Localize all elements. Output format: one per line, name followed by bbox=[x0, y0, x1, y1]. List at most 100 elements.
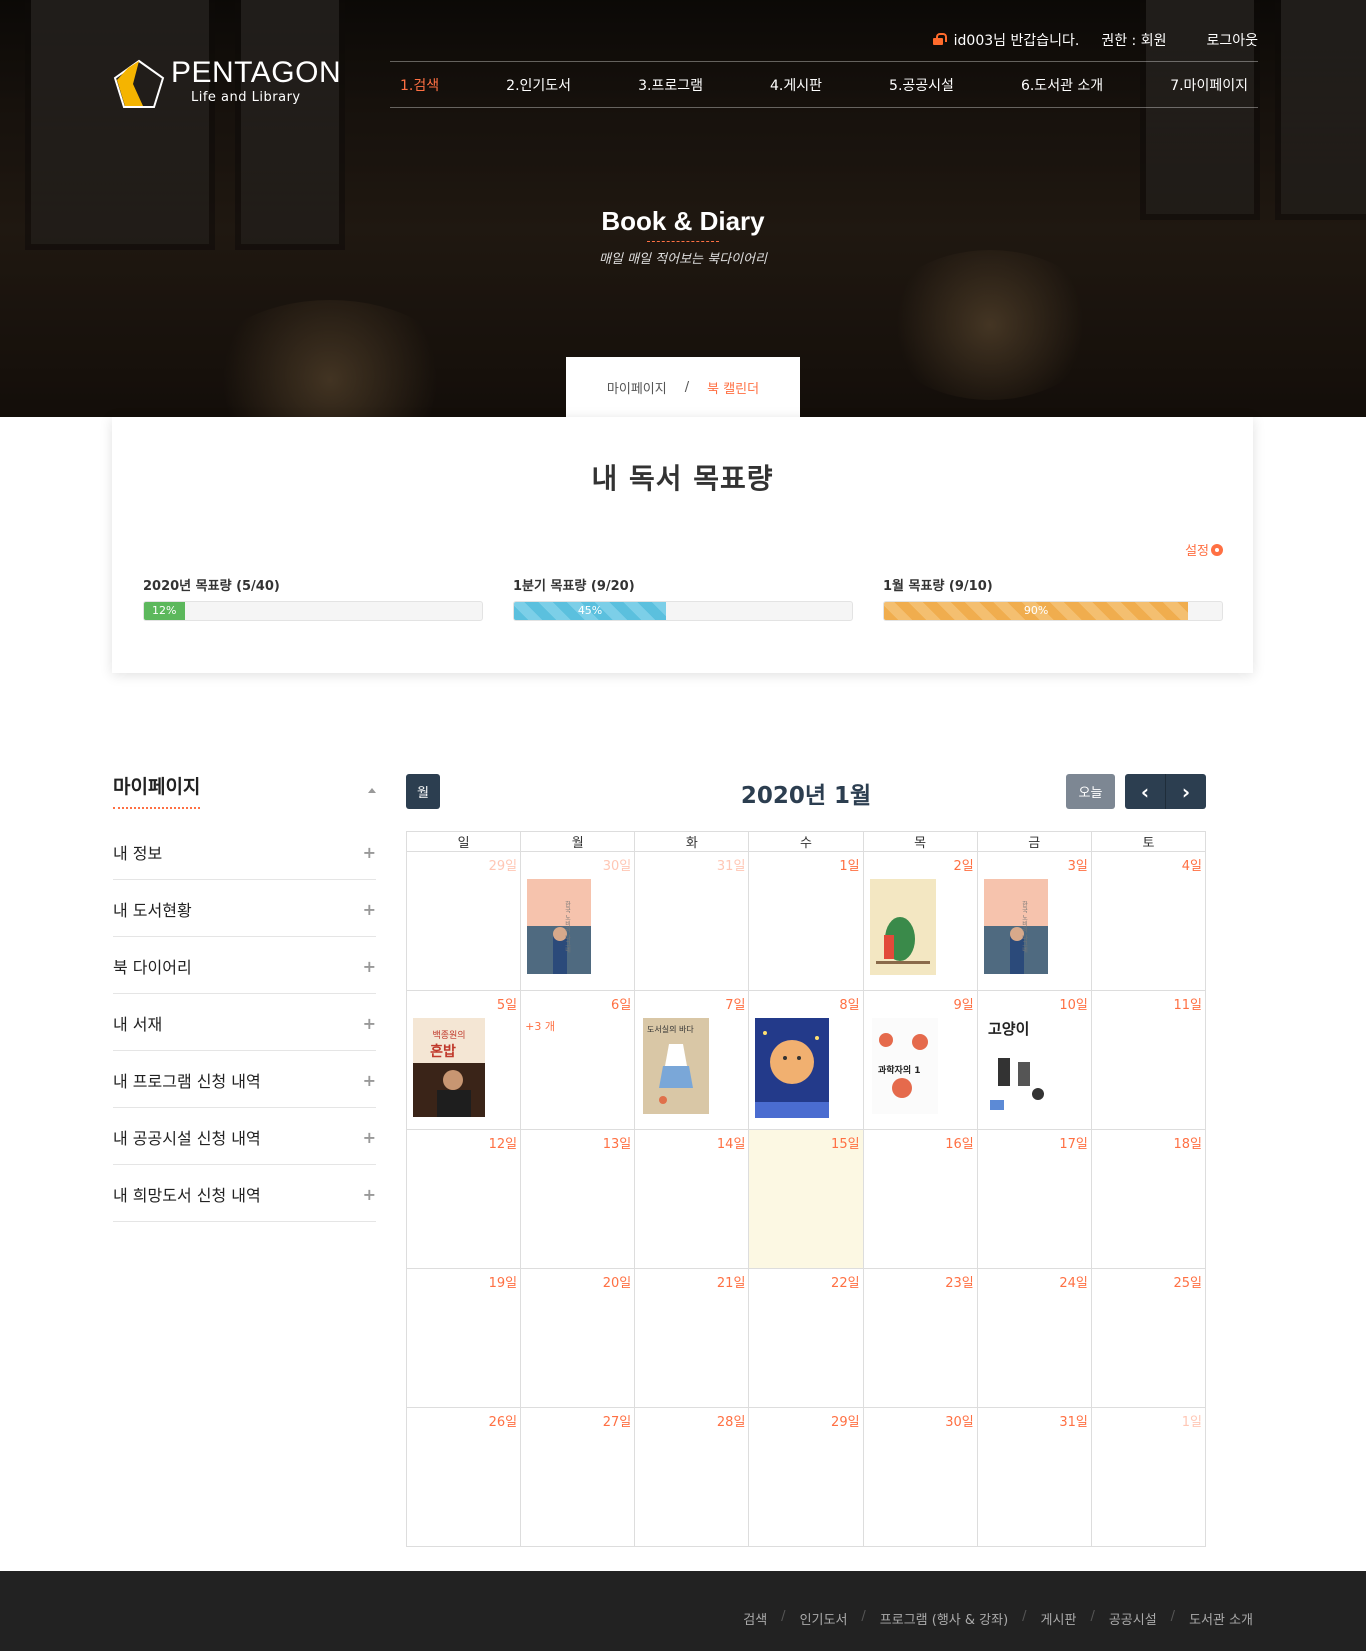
calendar-day[interactable]: 28일 bbox=[634, 1407, 750, 1547]
book-cover-image[interactable]: 백종원의 혼밥 bbox=[413, 1018, 485, 1117]
sidebar-item-wish-books[interactable]: 내 희망도서 신청 내역 + bbox=[113, 1165, 376, 1222]
user-greeting: id003님 반갑습니다. bbox=[932, 30, 1079, 50]
nav-popular-books[interactable]: 2.인기도서 bbox=[506, 75, 571, 95]
footer-link-program[interactable]: 프로그램 (행사 & 강좌) bbox=[880, 1609, 1008, 1628]
calendar-day[interactable]: 29일 bbox=[405, 851, 522, 991]
site-logo[interactable]: PENTAGON Life and Library bbox=[113, 58, 341, 110]
prev-month-icon[interactable]: ‹ bbox=[1125, 774, 1165, 809]
calendar-day-today[interactable]: 15일 bbox=[748, 1129, 864, 1269]
day-number: 14일 bbox=[716, 1137, 746, 1152]
footer-link-search[interactable]: 검색 bbox=[743, 1609, 767, 1628]
calendar-day[interactable]: 16일 bbox=[862, 1129, 978, 1269]
calendar-day[interactable]: 25일 bbox=[1090, 1268, 1207, 1408]
day-number: 23일 bbox=[945, 1276, 974, 1291]
calendar-day[interactable]: 21일 bbox=[634, 1268, 750, 1408]
calendar-day[interactable]: 17일 bbox=[976, 1129, 1092, 1269]
calendar-day[interactable]: 8일 bbox=[748, 990, 864, 1130]
progress-fill: 45% bbox=[514, 602, 667, 620]
cover-text: 혼밥 bbox=[430, 1043, 456, 1060]
sidebar-title: 마이페이지 bbox=[113, 772, 201, 809]
calendar-day[interactable]: 31일 bbox=[976, 1407, 1092, 1547]
footer-link-popular[interactable]: 인기도서 bbox=[800, 1609, 848, 1628]
calendar-day[interactable]: 13일 bbox=[520, 1129, 636, 1269]
calendar-day[interactable]: 10일 고양이 bbox=[976, 990, 1092, 1130]
sidebar-item-my-shelf[interactable]: 내 서재 + bbox=[113, 994, 376, 1051]
day-number: 28일 bbox=[716, 1415, 746, 1430]
goal-setting-button[interactable]: 설정 bbox=[1185, 540, 1223, 559]
calendar-day[interactable]: 26일 bbox=[405, 1407, 522, 1547]
day-number: 4일 bbox=[1181, 859, 1202, 874]
nav-search[interactable]: 1.검색 bbox=[400, 75, 439, 95]
calendar-day[interactable]: 20일 bbox=[520, 1268, 636, 1408]
more-events-link[interactable]: +3 개 bbox=[525, 1018, 555, 1034]
calendar-day[interactable]: 31일 bbox=[634, 851, 750, 991]
next-month-icon[interactable]: › bbox=[1165, 774, 1206, 809]
progress-bar: 12% bbox=[143, 601, 483, 621]
calendar-day[interactable]: 11일 bbox=[1090, 990, 1207, 1130]
calendar-day[interactable]: 3일 한국 노비리 나그네 bbox=[976, 851, 1092, 991]
calendar-day[interactable]: 19일 bbox=[405, 1268, 522, 1408]
calendar-day[interactable]: 22일 bbox=[748, 1268, 864, 1408]
nav-board[interactable]: 4.게시판 bbox=[770, 75, 822, 95]
sidebar-item-book-status[interactable]: 내 도서현황 + bbox=[113, 880, 376, 937]
calendar-day[interactable]: 4일 bbox=[1090, 851, 1207, 991]
breadcrumb: 마이페이지 / 북 캘린더 bbox=[566, 357, 800, 417]
day-number: 1일 bbox=[1181, 1415, 1202, 1430]
nav-mypage[interactable]: 7.마이페이지 bbox=[1170, 75, 1248, 95]
calendar-day[interactable]: 30일 한국 노비리 나그네 bbox=[520, 851, 636, 991]
sidebar-item-program-apps[interactable]: 내 프로그램 신청 내역 + bbox=[113, 1051, 376, 1108]
calendar-day[interactable]: 14일 bbox=[634, 1129, 750, 1269]
goal-title: 내 독서 목표량 bbox=[591, 462, 774, 495]
book-cover-image[interactable]: 고양이 bbox=[983, 1018, 1052, 1117]
day-number: 11일 bbox=[1173, 998, 1202, 1013]
calendar-day[interactable]: 1일 bbox=[1090, 1407, 1207, 1547]
book-cover-image[interactable] bbox=[755, 1018, 830, 1118]
footer-link-facility[interactable]: 공공시설 bbox=[1109, 1609, 1157, 1628]
footer-link-about[interactable]: 도서관 소개 bbox=[1189, 1609, 1253, 1628]
calendar-day[interactable]: 27일 bbox=[520, 1407, 636, 1547]
hero-banner: id003님 반갑습니다. 권한 : 회원 로그아웃 PENTAGON Life… bbox=[0, 0, 1366, 417]
goal-year: 2020년 목표량 (5/40) 12% bbox=[143, 575, 483, 621]
calendar-day[interactable]: 6일 +3 개 bbox=[520, 990, 636, 1130]
day-number: 16일 bbox=[945, 1137, 974, 1152]
calendar-day[interactable]: 1일 bbox=[748, 851, 864, 991]
day-number: 29일 bbox=[831, 1415, 860, 1430]
breadcrumb-parent[interactable]: 마이페이지 bbox=[607, 378, 667, 397]
calendar-day[interactable]: 18일 bbox=[1090, 1129, 1207, 1269]
calendar-day[interactable]: 12일 bbox=[405, 1129, 522, 1269]
book-cover-image[interactable]: 도서실의 바다 bbox=[643, 1018, 710, 1114]
book-cover-image[interactable]: 한국 노비리 나그네 bbox=[983, 879, 1048, 974]
nav-about[interactable]: 6.도서관 소개 bbox=[1021, 75, 1103, 95]
calendar-day[interactable]: 24일 bbox=[976, 1268, 1092, 1408]
calendar-day[interactable]: 7일 도서실의 바다 bbox=[634, 990, 750, 1130]
book-cover-image[interactable] bbox=[869, 879, 936, 975]
caret-up-icon[interactable] bbox=[368, 788, 376, 793]
calendar-day[interactable]: 2일 bbox=[862, 851, 978, 991]
day-number: 31일 bbox=[716, 859, 746, 874]
calendar-day[interactable]: 29일 bbox=[748, 1407, 864, 1547]
cover-text: 고양이 bbox=[988, 1020, 1029, 1038]
footer-link-board[interactable]: 게시판 bbox=[1041, 1609, 1077, 1628]
sidebar-item-facility-apps[interactable]: 내 공공시설 신청 내역 + bbox=[113, 1108, 376, 1165]
day-number: 20일 bbox=[602, 1276, 632, 1291]
breadcrumb-current: 북 캘린더 bbox=[707, 381, 760, 397]
day-number: 2일 bbox=[953, 859, 974, 874]
footer-sep: / bbox=[1170, 1609, 1176, 1624]
calendar-day[interactable]: 9일 과학자의 1 bbox=[862, 990, 978, 1130]
sidebar-item-book-diary[interactable]: 북 다이어리 + bbox=[113, 937, 376, 994]
day-number: 26일 bbox=[488, 1415, 518, 1430]
book-cover-image[interactable]: 한국 노비리 나그네 bbox=[527, 879, 592, 974]
today-button[interactable]: 오늘 bbox=[1066, 774, 1115, 809]
calendar-day[interactable]: 23일 bbox=[862, 1268, 978, 1408]
logout-link[interactable]: 로그아웃 bbox=[1206, 30, 1258, 50]
plus-icon: + bbox=[362, 1013, 376, 1033]
calendar-day[interactable]: 5일 백종원의 혼밥 bbox=[405, 990, 522, 1130]
nav-program[interactable]: 3.프로그램 bbox=[638, 75, 703, 95]
plus-icon: + bbox=[362, 1127, 376, 1147]
book-cover-image[interactable]: 과학자의 1 bbox=[871, 1018, 938, 1114]
nav-facility[interactable]: 5.공공시설 bbox=[889, 75, 954, 95]
plus-icon: + bbox=[362, 899, 376, 919]
calendar-day[interactable]: 30일 bbox=[862, 1407, 978, 1547]
sidebar-item-my-info[interactable]: 내 정보 + bbox=[113, 823, 376, 880]
month-nav: ‹ › bbox=[1125, 774, 1206, 809]
